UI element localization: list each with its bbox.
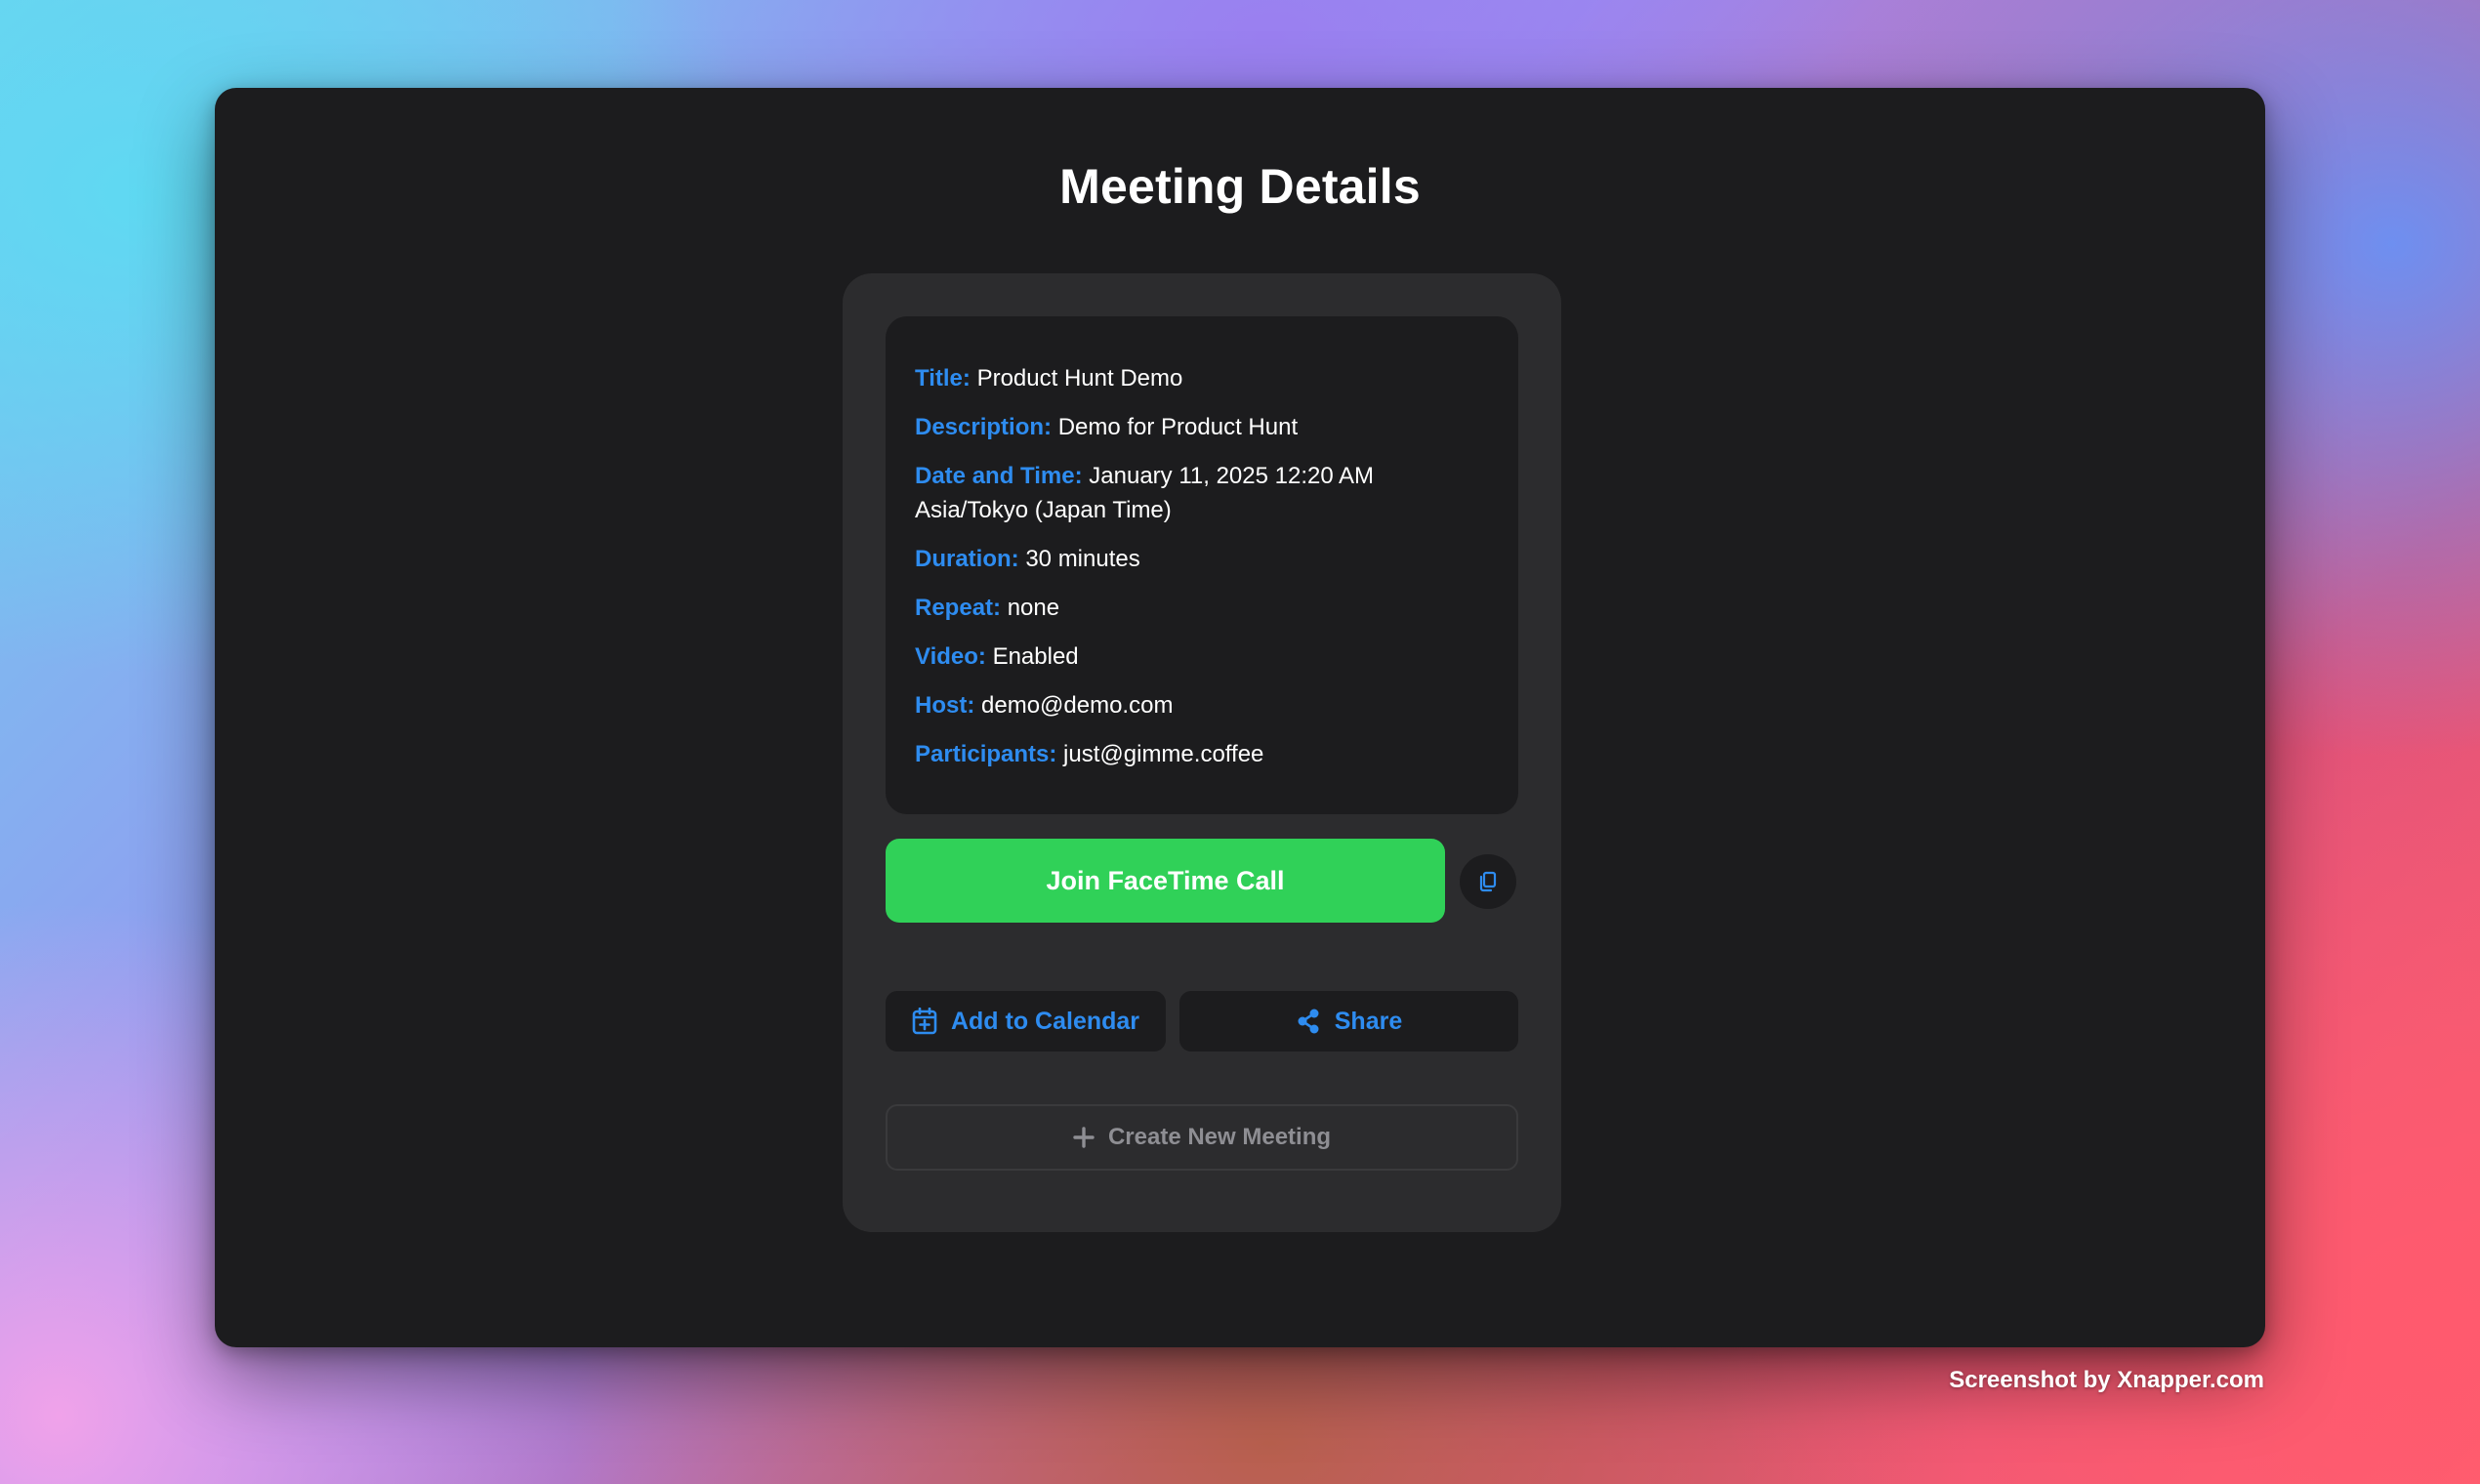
detail-duration: Duration: 30 minutes: [915, 542, 1489, 576]
detail-participants-label: Participants:: [915, 741, 1057, 767]
meeting-details-panel: Title: Product Hunt Demo Description: De…: [886, 316, 1518, 814]
detail-description-label: Description:: [915, 414, 1053, 440]
detail-repeat: Repeat: none: [915, 591, 1489, 625]
detail-title-label: Title:: [915, 365, 971, 392]
detail-repeat-label: Repeat:: [915, 595, 1002, 621]
detail-video-label: Video:: [915, 643, 986, 670]
detail-host-value: demo@demo.com: [981, 692, 1174, 719]
detail-duration-label: Duration:: [915, 546, 1019, 572]
share-button[interactable]: Share: [1179, 991, 1518, 1051]
plus-icon: [1073, 1127, 1095, 1148]
detail-description-value: Demo for Product Hunt: [1057, 414, 1299, 440]
detail-video-value: Enabled: [992, 643, 1079, 670]
create-new-meeting-button[interactable]: Create New Meeting: [886, 1104, 1518, 1171]
detail-title-value: Product Hunt Demo: [976, 365, 1183, 392]
detail-description: Description: Demo for Product Hunt: [915, 410, 1489, 444]
detail-video: Video: Enabled: [915, 639, 1489, 674]
join-facetime-label: Join FaceTime Call: [1046, 865, 1285, 895]
detail-participants-value: just@gimme.coffee: [1063, 741, 1264, 767]
watermark: Screenshot by Xnapper.com: [1949, 1367, 2264, 1393]
detail-title: Title: Product Hunt Demo: [915, 361, 1489, 395]
page-title: Meeting Details: [1059, 159, 1421, 214]
share-icon: [1296, 1008, 1321, 1035]
detail-participants: Participants: just@gimme.coffee: [915, 737, 1489, 771]
copy-icon: [1476, 870, 1500, 893]
detail-duration-value: 30 minutes: [1025, 546, 1140, 572]
detail-repeat-value: none: [1007, 595, 1060, 621]
detail-host-label: Host:: [915, 692, 975, 719]
detail-datetime: Date and Time: January 11, 2025 12:20 AM…: [915, 459, 1489, 527]
share-label: Share: [1334, 1007, 1403, 1035]
app-window: Meeting Details Title: Product Hunt Demo…: [215, 88, 2265, 1347]
detail-host: Host: demo@demo.com: [915, 688, 1489, 722]
detail-datetime-label: Date and Time:: [915, 463, 1083, 489]
join-facetime-button[interactable]: Join FaceTime Call: [886, 839, 1445, 923]
add-to-calendar-button[interactable]: Add to Calendar: [886, 991, 1166, 1051]
meeting-card: Title: Product Hunt Demo Description: De…: [843, 273, 1561, 1232]
calendar-plus-icon: [912, 1008, 937, 1035]
add-to-calendar-label: Add to Calendar: [950, 1007, 1140, 1035]
copy-link-button[interactable]: [1460, 854, 1516, 909]
create-new-meeting-label: Create New Meeting: [1107, 1124, 1332, 1150]
